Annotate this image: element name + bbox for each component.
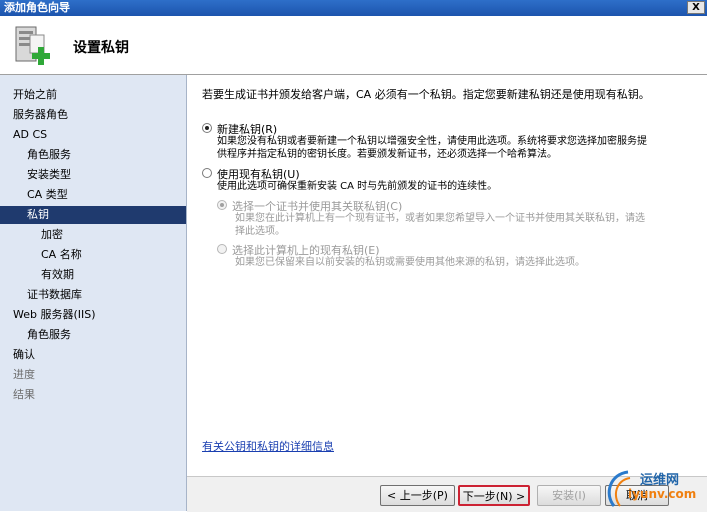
key-info-link[interactable]: 有关公钥和私钥的详细信息 <box>202 438 334 454</box>
select-cert-description-line1: 如果您在此计算机上有一个现有证书，或者如果您希望导入一个证书并使用其关联私钥，请… <box>235 213 645 224</box>
nav-item-private-key[interactable]: 私钥 <box>0 206 186 224</box>
existing-key-description: 使用此选项可确保重新安装 CA 时与先前颁发的证书的连续性。 <box>217 181 498 192</box>
select-cert-description-line2: 择此选项。 <box>235 226 285 237</box>
nav-item-server-roles[interactable]: 服务器角色 <box>13 106 68 124</box>
wizard-header: 设置私钥 <box>0 16 707 75</box>
nav-item-ad-cs[interactable]: AD CS <box>13 126 47 144</box>
new-key-radio[interactable] <box>202 123 212 133</box>
select-existing-key-radio <box>217 244 227 254</box>
nav-item-role-services[interactable]: 角色服务 <box>27 146 71 164</box>
new-key-description-line2: 供程序并指定私钥的密钥长度。若要颁发新证书，还必须选择一个哈希算法。 <box>217 149 557 160</box>
nav-item-cryptography[interactable]: 加密 <box>41 226 63 244</box>
window-title: 添加角色向导 <box>4 1 70 14</box>
nav-item-web-server-iis[interactable]: Web 服务器(IIS) <box>13 306 96 324</box>
nav-item-ca-name[interactable]: CA 名称 <box>41 246 82 264</box>
install-button: 安装(I) <box>537 485 601 506</box>
server-add-role-icon <box>15 26 50 65</box>
nav-item-setup-type[interactable]: 安装类型 <box>27 166 71 184</box>
wizard-content: 若要生成证书并颁发给客户端，CA 必须有一个私钥。指定您要新建私钥还是使用现有私… <box>187 75 707 475</box>
watermark-subtext: iyunv.com <box>628 487 697 501</box>
intro-text: 若要生成证书并颁发给客户端，CA 必须有一个私钥。指定您要新建私钥还是使用现有私… <box>202 88 650 101</box>
next-button[interactable]: 下一步(N) > <box>458 485 530 506</box>
watermark-text: 运维网 <box>640 473 680 488</box>
nav-item-before-you-begin[interactable]: 开始之前 <box>13 86 57 104</box>
nav-item-results: 结果 <box>13 388 35 401</box>
nav-item-ca-type[interactable]: CA 类型 <box>27 186 68 204</box>
window-titlebar: 添加角色向导 X <box>0 0 707 16</box>
nav-item-iis-role-services[interactable]: 角色服务 <box>27 326 71 344</box>
wizard-nav: 开始之前 服务器角色 AD CS 角色服务 安装类型 CA 类型 私钥 加密 C… <box>0 75 187 511</box>
nav-item-confirmation[interactable]: 确认 <box>13 346 35 364</box>
select-existing-key-description: 如果您已保留来自以前安装的私钥或需要使用其他来源的私钥，请选择此选项。 <box>235 257 585 268</box>
new-key-description-line1: 如果您没有私钥或者要新建一个私钥以增强安全性，请使用此选项。系统将要求您选择加密… <box>217 136 647 147</box>
page-title: 设置私钥 <box>73 40 129 56</box>
nav-item-certificate-database[interactable]: 证书数据库 <box>27 286 82 304</box>
close-button[interactable]: X <box>687 1 705 14</box>
nav-item-progress: 进度 <box>13 368 35 381</box>
select-cert-radio <box>217 200 227 210</box>
back-button[interactable]: < 上一步(P) <box>380 485 455 506</box>
existing-key-radio[interactable] <box>202 168 212 178</box>
nav-item-validity-period[interactable]: 有效期 <box>41 266 74 284</box>
